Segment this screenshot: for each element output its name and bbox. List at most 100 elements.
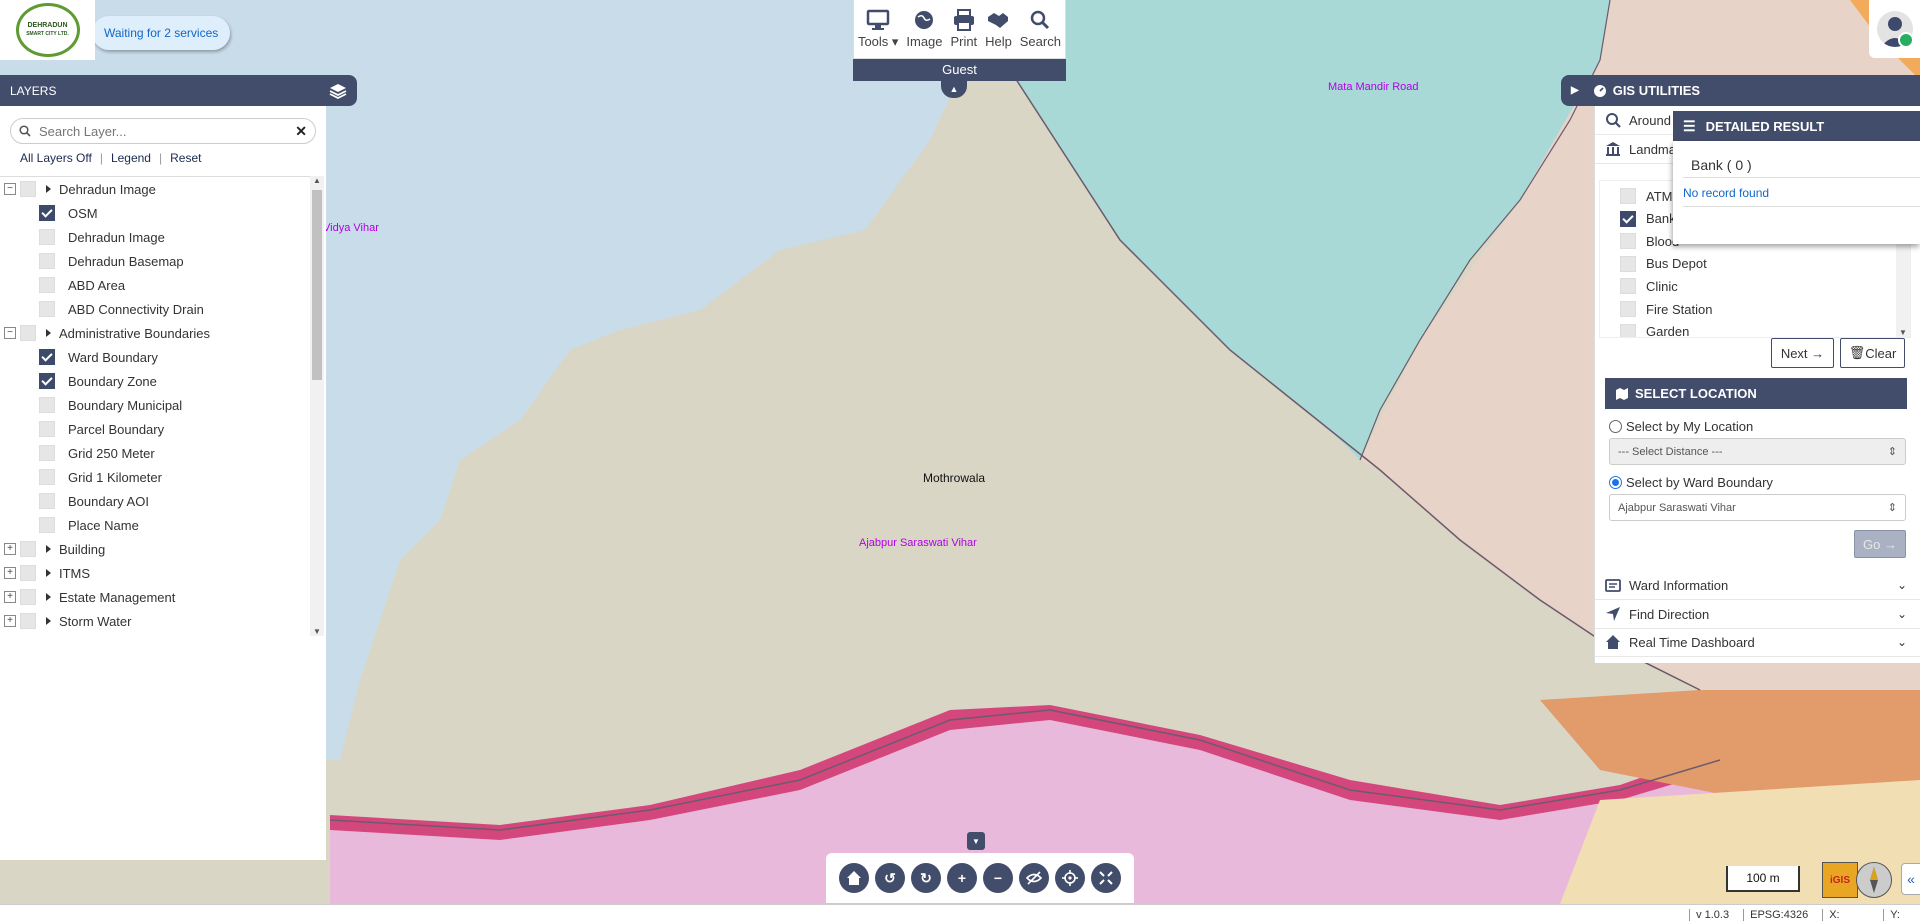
help-button[interactable]: Help (985, 9, 1012, 49)
search-button[interactable]: Search (1020, 9, 1061, 49)
real-time-dashboard-section[interactable]: Real Time Dashboard ⌄ (1595, 628, 1920, 657)
distance-select[interactable]: --- Select Distance --- ⇕ (1609, 438, 1906, 465)
redo-view-button[interactable]: ↻ (911, 863, 941, 893)
landmark-checkbox[interactable] (1620, 210, 1636, 227)
layer-item[interactable]: Boundary Zone (0, 370, 157, 392)
layer-group[interactable]: + Estate Management (0, 586, 175, 608)
layer-item[interactable]: Dehradun Image (0, 226, 165, 248)
layer-search-input[interactable] (37, 122, 296, 140)
landmark-item[interactable]: Garden (1620, 321, 1689, 337)
ward-boundary-radio[interactable] (1609, 476, 1622, 489)
landmark-item[interactable]: Fire Station (1620, 298, 1712, 320)
landmark-item[interactable]: Bus Depot (1620, 253, 1707, 275)
my-location-radio[interactable] (1609, 420, 1622, 433)
next-button[interactable]: Next → (1771, 338, 1834, 368)
print-button[interactable]: Print (950, 9, 977, 49)
layer-group-checkbox[interactable] (20, 181, 36, 197)
bars-icon[interactable]: ☰ (1683, 118, 1696, 135)
expand-panel-button[interactable]: « (1901, 863, 1920, 895)
scroll-up-icon[interactable]: ▲ (310, 176, 324, 185)
layer-item[interactable]: Dehradun Basemap (0, 250, 184, 272)
legend-link[interactable]: Legend (111, 151, 151, 165)
layer-checkbox[interactable] (39, 517, 55, 533)
app-logo[interactable]: DEHRADUN SMART CITY LTD. (0, 0, 95, 60)
layer-item[interactable]: Parcel Boundary (0, 418, 164, 440)
layer-checkbox[interactable] (39, 205, 55, 221)
layer-item[interactable]: Boundary AOI (0, 490, 149, 512)
layer-tree-scrollbar[interactable]: ▲ ▼ (310, 176, 324, 636)
layer-checkbox[interactable] (39, 469, 55, 485)
layer-checkbox[interactable] (39, 253, 55, 269)
layer-item[interactable]: Place Name (0, 514, 139, 536)
landmark-checkbox[interactable] (1620, 188, 1636, 204)
layer-checkbox[interactable] (39, 301, 55, 317)
go-button[interactable]: Go → (1854, 530, 1906, 558)
undo-view-button[interactable]: ↺ (875, 863, 905, 893)
layer-group[interactable]: − Administrative Boundaries (0, 322, 210, 344)
landmark-item[interactable]: ATM (1620, 185, 1672, 207)
layer-item[interactable]: Grid 250 Meter (0, 442, 155, 464)
layer-group-checkbox[interactable] (20, 613, 36, 629)
hide-button[interactable] (1019, 863, 1049, 893)
locate-button[interactable] (1055, 863, 1085, 893)
layer-checkbox[interactable] (39, 229, 55, 245)
layer-checkbox[interactable] (39, 445, 55, 461)
landmark-item[interactable]: Bank (1620, 208, 1676, 230)
layer-checkbox[interactable] (39, 421, 55, 437)
collapse-icon[interactable]: − (4, 183, 16, 195)
layer-group-checkbox[interactable] (20, 565, 36, 581)
landmark-checkbox[interactable] (1620, 233, 1636, 250)
layer-checkbox[interactable] (39, 397, 55, 413)
layer-checkbox[interactable] (39, 373, 55, 389)
layers-panel-header[interactable]: LAYERS (0, 75, 357, 106)
layer-group-checkbox[interactable] (20, 589, 36, 605)
layer-group-checkbox[interactable] (20, 541, 36, 557)
bottom-toolbar-collapse-button[interactable]: ▼ (967, 832, 985, 850)
layer-checkbox[interactable] (39, 277, 55, 293)
layer-group[interactable]: + ITMS (0, 562, 90, 584)
layers-stack-icon[interactable] (329, 82, 347, 100)
home-extent-button[interactable] (839, 863, 869, 893)
landmark-checkbox[interactable] (1620, 301, 1636, 317)
layer-group-checkbox[interactable] (20, 325, 36, 341)
layer-item[interactable]: ABD Area (0, 274, 125, 296)
expand-icon[interactable]: + (4, 543, 16, 555)
zoom-out-button[interactable]: − (983, 863, 1013, 893)
layer-item[interactable]: Boundary Municipal (0, 394, 182, 416)
landmark-item[interactable]: Clinic (1620, 275, 1678, 297)
select-by-my-location-option[interactable]: Select by My Location (1609, 419, 1753, 434)
all-layers-off-link[interactable]: All Layers Off (20, 151, 92, 165)
clear-search-icon[interactable]: ✕ (295, 123, 307, 140)
landmark-item[interactable]: Blood (1620, 230, 1679, 252)
ward-information-section[interactable]: Ward Information ⌄ (1595, 571, 1920, 600)
layer-item[interactable]: ABD Connectivity Drain (0, 298, 204, 320)
zoom-in-button[interactable]: + (947, 863, 977, 893)
caret-right-icon[interactable]: ▶ (1571, 85, 1579, 96)
find-direction-section[interactable]: Find Direction ⌄ (1595, 600, 1920, 629)
scroll-down-icon[interactable]: ▼ (310, 627, 324, 636)
expand-icon[interactable]: + (4, 591, 16, 603)
clear-button[interactable]: 🗑 Clear (1840, 338, 1905, 368)
fullscreen-button[interactable] (1091, 863, 1121, 893)
layer-item[interactable]: Grid 1 Kilometer (0, 466, 162, 488)
layer-group[interactable]: − Dehradun Image (0, 178, 156, 200)
scroll-thumb[interactable] (312, 190, 322, 380)
compass-icon[interactable] (1856, 862, 1892, 898)
reset-link[interactable]: Reset (170, 151, 201, 165)
user-avatar[interactable] (1869, 0, 1920, 58)
layer-item[interactable]: Ward Boundary (0, 346, 158, 368)
landmark-checkbox[interactable] (1620, 323, 1636, 337)
gis-utilities-header[interactable]: ▶ GIS UTILITIES (1561, 75, 1920, 106)
layer-item[interactable]: OSM (0, 202, 98, 224)
expand-icon[interactable]: + (4, 615, 16, 627)
layer-checkbox[interactable] (39, 493, 55, 509)
landmark-checkbox[interactable] (1620, 255, 1636, 272)
ward-select[interactable]: Ajabpur Saraswati Vihar ⇕ (1609, 494, 1906, 521)
image-button[interactable]: Image (906, 9, 943, 49)
select-by-ward-option[interactable]: Select by Ward Boundary (1609, 475, 1773, 490)
landmark-checkbox[interactable] (1620, 278, 1636, 295)
layer-group[interactable]: + Storm Water (0, 610, 131, 632)
layer-checkbox[interactable] (39, 349, 55, 365)
layer-group[interactable]: + Building (0, 538, 105, 560)
tools-button[interactable]: Tools ▾ (858, 9, 898, 50)
